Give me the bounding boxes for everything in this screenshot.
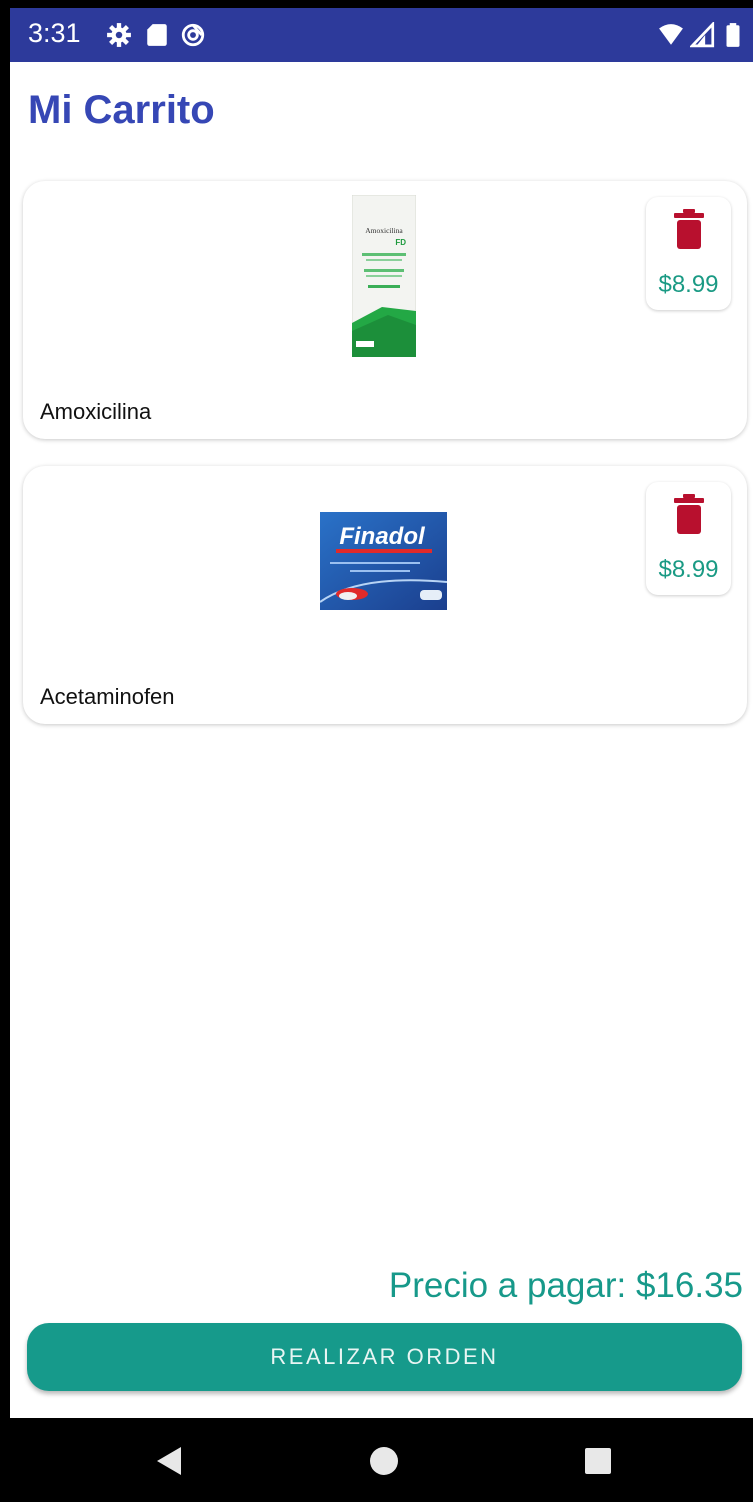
item-price: $8.99	[658, 271, 719, 298]
battery-icon	[726, 23, 740, 47]
trash-icon	[683, 209, 695, 213]
device-frame: 3:31 Mi Carrito Amoxicilina FD $8.99 Amo…	[0, 0, 753, 1502]
delete-button[interactable]	[672, 209, 706, 249]
wifi-icon	[659, 24, 683, 45]
price-box: $8.99	[646, 482, 731, 595]
product-image-text: FD	[395, 238, 406, 247]
place-order-button[interactable]: REALIZAR ORDEN	[27, 1323, 742, 1391]
cart-item-card[interactable]: Amoxicilina FD $8.99 Amoxicilina	[23, 181, 747, 439]
delete-button[interactable]	[672, 494, 706, 534]
signal-icon	[690, 22, 715, 48]
sync-icon	[181, 23, 205, 47]
navigation-bar	[0, 1418, 753, 1502]
product-image-acetaminofen: Finadol	[320, 512, 447, 610]
back-icon[interactable]	[147, 1438, 193, 1484]
status-bar: 3:31	[10, 8, 753, 62]
trash-icon	[683, 494, 695, 498]
home-icon[interactable]	[361, 1438, 407, 1484]
product-image-text: Finadol	[339, 523, 426, 550]
status-time: 3:31	[28, 18, 81, 48]
gear-icon	[107, 23, 131, 47]
app-screen: 3:31 Mi Carrito Amoxicilina FD $8.99 Amo…	[10, 8, 753, 1418]
total-price: Precio a pagar: $16.35	[388, 1266, 743, 1305]
cart-item-card[interactable]: Finadol $8.99 Acetaminofen	[23, 466, 747, 724]
item-name: Acetaminofen	[40, 684, 175, 709]
item-price: $8.99	[658, 556, 719, 583]
price-box: $8.99	[646, 197, 731, 310]
product-image-amoxicilina: Amoxicilina FD	[352, 195, 416, 357]
product-image-text: Amoxicilina	[365, 226, 403, 235]
page-title: Mi Carrito	[28, 88, 215, 132]
recents-icon[interactable]	[575, 1438, 621, 1484]
sd-card-icon	[147, 24, 167, 46]
item-name: Amoxicilina	[40, 399, 152, 424]
